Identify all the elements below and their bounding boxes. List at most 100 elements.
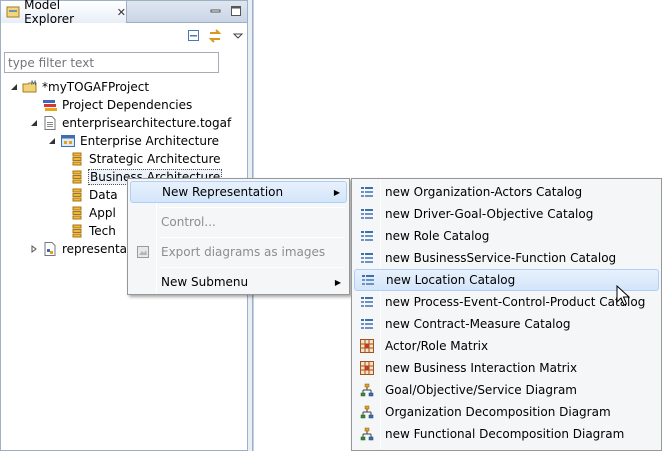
menu-item-new-submenu[interactable]: New Submenu ▶ (130, 271, 347, 293)
export-image-icon (134, 243, 152, 261)
matrix-icon (358, 337, 376, 355)
tree-item-label: enterprisearchitecture.togaf (62, 116, 232, 130)
file-icon (42, 115, 58, 131)
menu-item-label: New Representation (162, 185, 284, 199)
tab-title: Model Explorer (24, 0, 75, 26)
tree-item-enterprise-architecture[interactable]: Enterprise Architecture (47, 132, 220, 150)
submenu-item[interactable]: Organization Decomposition Diagram (354, 401, 659, 423)
diagram-icon (358, 403, 376, 421)
context-menu: New Representation ▶ Control... Export d… (127, 178, 350, 295)
maximize-button[interactable] (229, 4, 243, 18)
submenu-item[interactable]: new Driver-Goal-Objective Catalog (354, 203, 659, 225)
menu-item-label: Export diagrams as images (161, 245, 326, 259)
catalog-icon (358, 293, 376, 311)
menu-item-control[interactable]: Control... (130, 211, 347, 233)
tree-item-label: Appl (89, 206, 116, 220)
filter-input[interactable] (4, 52, 219, 73)
submenu-item[interactable]: Goal/Objective/Service Diagram (354, 379, 659, 401)
expanded-twisty-icon[interactable] (47, 136, 57, 146)
matrix-icon (358, 359, 376, 377)
dependencies-icon (42, 97, 58, 113)
architecture-layer-icon (69, 169, 85, 185)
menu-item-export-diagrams[interactable]: Export diagrams as images (130, 241, 347, 263)
tree-item-application-architecture[interactable]: Appl (69, 204, 117, 222)
submenu-item[interactable]: new Functional Decomposition Diagram (354, 423, 659, 445)
submenu-item[interactable]: new Organization-Actors Catalog (354, 181, 659, 203)
menu-separator (159, 267, 345, 268)
collapse-all-icon (186, 28, 202, 47)
catalog-icon (358, 249, 376, 267)
tree-item-label: Data (89, 188, 118, 202)
menu-separator (159, 207, 345, 208)
submenu-item-label: new Contract-Measure Catalog (385, 317, 571, 331)
architecture-layer-icon (69, 223, 85, 239)
submenu-item-label: new Process-Event-Control-Product Catalo… (385, 295, 646, 309)
tree-item-project[interactable]: M *myTOGAFProject (9, 78, 150, 96)
submenu-item-label: new Location Catalog (386, 273, 516, 287)
diagram-icon (358, 381, 376, 399)
diagram-icon (358, 425, 376, 443)
view-menu-button[interactable] (229, 28, 247, 46)
link-with-editor-icon (207, 28, 223, 47)
tree-item-strategic-architecture[interactable]: Strategic Architecture (69, 150, 222, 168)
submenu-arrow-icon: ▶ (334, 277, 341, 287)
submenu-item-label: new Driver-Goal-Objective Catalog (385, 207, 594, 221)
tree-item-label: *myTOGAFProject (42, 80, 150, 94)
catalog-icon (358, 315, 376, 333)
collapse-all-button[interactable] (185, 28, 203, 46)
tree-item-label: Enterprise Architecture (80, 134, 220, 148)
menu-item-new-representation[interactable]: New Representation ▶ (130, 181, 347, 203)
enterprise-architecture-icon (60, 133, 76, 149)
expanded-twisty-icon[interactable] (29, 118, 39, 128)
submenu-arrow-icon: ▶ (333, 187, 340, 197)
expanded-twisty-icon[interactable] (9, 82, 19, 92)
submenu-item-label: Organization Decomposition Diagram (385, 405, 611, 419)
representations-file-icon (42, 241, 58, 257)
submenu-item[interactable]: new Process-Event-Control-Product Catalo… (354, 291, 659, 313)
catalog-icon (358, 227, 376, 245)
architecture-layer-icon (69, 205, 85, 221)
catalog-icon (358, 183, 376, 201)
catalog-icon (358, 205, 376, 223)
submenu-item-label: Actor/Role Matrix (385, 339, 489, 353)
submenu-item-label: new BusinessService-Function Catalog (385, 251, 617, 265)
menu-item-label: Control... (161, 215, 216, 229)
submenu-item[interactable]: Actor/Role Matrix (354, 335, 659, 357)
tree-item-technology-architecture[interactable]: Tech (69, 222, 117, 240)
submenu-item[interactable]: new Role Catalog (354, 225, 659, 247)
submenu-item[interactable]: new Location Catalog (354, 269, 659, 291)
submenu-item[interactable]: new Business Interaction Matrix (354, 357, 659, 379)
model-explorer-icon (5, 4, 20, 20)
chevron-down-icon (232, 30, 244, 45)
submenu-item[interactable]: new Contract-Measure Catalog (354, 313, 659, 335)
architecture-layer-icon (69, 151, 85, 167)
tree-item-label: Project Dependencies (62, 98, 193, 112)
menu-item-label: New Submenu (161, 275, 249, 289)
svg-text:M: M (31, 80, 36, 87)
view-tab-bar: Model Explorer ✕ (1, 0, 247, 26)
new-representation-submenu: new Organization-Actors Catalog new Drive… (351, 178, 662, 451)
modeling-project-icon: M (22, 79, 38, 95)
tab-model-explorer[interactable]: Model Explorer ✕ (1, 0, 127, 26)
tree-item-project-dependencies[interactable]: Project Dependencies (29, 96, 193, 114)
tree-item-label: Strategic Architecture (89, 152, 221, 166)
submenu-item-label: Goal/Objective/Service Diagram (385, 383, 577, 397)
view-toolbar (1, 25, 247, 49)
submenu-item-label: new Organization-Actors Catalog (385, 185, 583, 199)
mouse-pointer-icon (616, 284, 631, 307)
minimize-button[interactable] (209, 4, 223, 18)
link-with-editor-button[interactable] (206, 28, 224, 46)
catalog-icon (359, 271, 377, 289)
submenu-item[interactable]: new BusinessService-Function Catalog (354, 247, 659, 269)
submenu-item-label: new Business Interaction Matrix (385, 361, 578, 375)
submenu-item-label: new Role Catalog (385, 229, 490, 243)
submenu-item-label: new Functional Decomposition Diagram (385, 427, 625, 441)
architecture-layer-icon (69, 187, 85, 203)
tree-item-label: Tech (89, 224, 116, 238)
menu-separator (159, 237, 345, 238)
tree-item-data-architecture[interactable]: Data (69, 186, 119, 204)
close-icon[interactable]: ✕ (117, 6, 126, 19)
tree-item-togaf-file[interactable]: enterprisearchitecture.togaf (29, 114, 232, 132)
collapsed-twisty-icon[interactable] (29, 244, 39, 254)
